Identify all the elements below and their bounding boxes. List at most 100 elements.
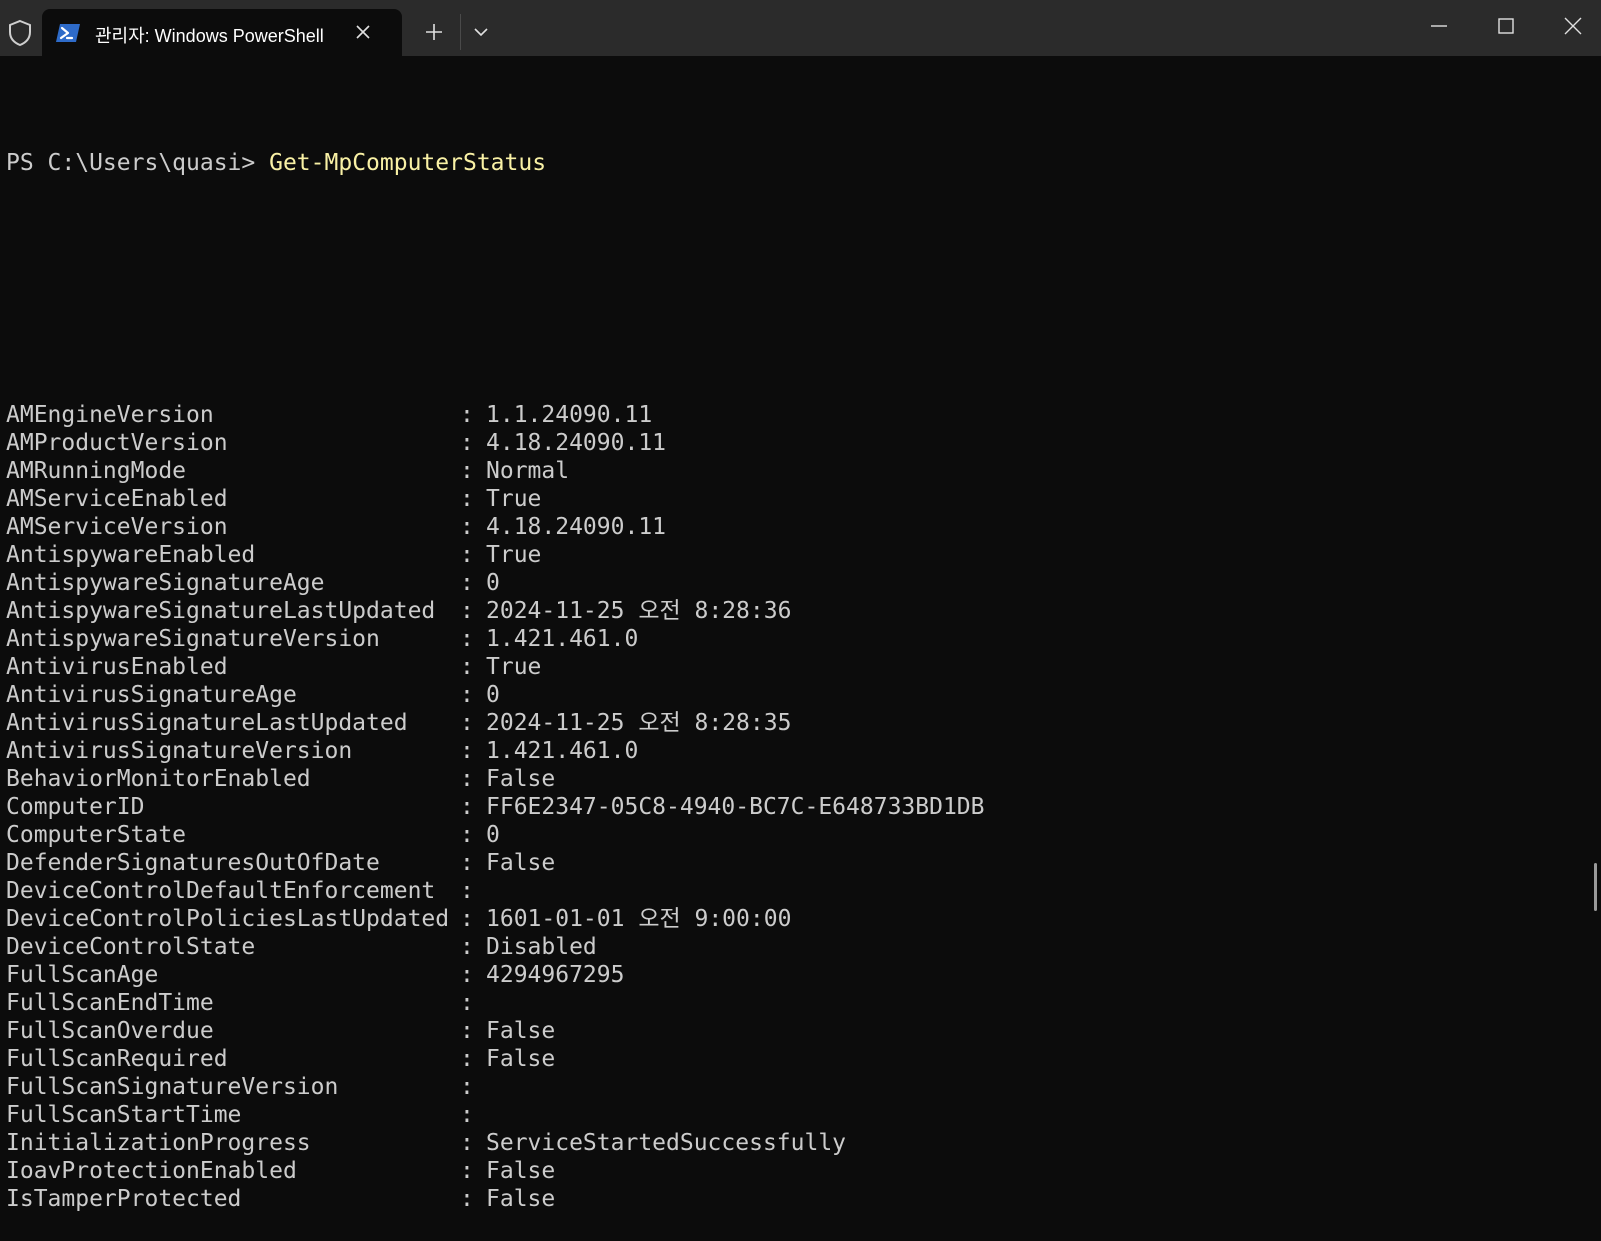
prompt-line: PS C:\Users\quasi> Get-MpComputerStatus — [6, 149, 1586, 177]
tab-separator — [460, 14, 461, 50]
property-name: FullScanStartTime — [6, 1102, 242, 1128]
property-value: 4.18.24090.11 — [486, 514, 667, 540]
separator-colon: : — [460, 514, 474, 540]
prompt-text: PS C:\Users\quasi> — [6, 150, 270, 176]
separator-colon: : — [460, 1102, 474, 1128]
separator-colon: : — [460, 738, 474, 764]
property-value: 1.421.461.0 — [486, 738, 639, 764]
property-name: AntivirusEnabled — [6, 654, 228, 680]
property-name: AntivirusSignatureVersion — [6, 738, 353, 764]
property-value: Disabled — [486, 934, 597, 960]
separator-colon: : — [460, 654, 474, 680]
separator-colon: : — [460, 822, 474, 848]
property-value: True — [486, 654, 542, 680]
output-row: AntispywareSignatureLastUpdated:2024-11-… — [6, 597, 1586, 625]
minimize-icon[interactable] — [1427, 14, 1451, 38]
separator-colon: : — [460, 402, 474, 428]
property-name: AntispywareSignatureLastUpdated — [6, 598, 436, 624]
new-tab-icon[interactable] — [424, 22, 444, 42]
output-row: FullScanSignatureVersion: — [6, 1073, 1586, 1101]
property-value: True — [486, 486, 542, 512]
property-name: AntispywareSignatureAge — [6, 570, 325, 596]
output-row: AMServiceVersion:4.18.24090.11 — [6, 513, 1586, 541]
powershell-icon — [56, 24, 80, 42]
property-value: False — [486, 1018, 556, 1044]
property-name: DefenderSignaturesOutOfDate — [6, 850, 380, 876]
property-name: AMServiceVersion — [6, 514, 228, 540]
tab-powershell[interactable]: 관리자: Windows PowerShell — [42, 9, 402, 56]
terminal-output[interactable]: PS C:\Users\quasi> Get-MpComputerStatus … — [6, 93, 1586, 1241]
status-table: AMEngineVersion:1.1.24090.11 AMProductVer… — [6, 401, 1586, 1213]
separator-colon: : — [460, 794, 474, 820]
scrollbar-thumb[interactable] — [1594, 863, 1597, 911]
separator-colon: : — [460, 990, 474, 1016]
separator-colon: : — [460, 962, 474, 988]
property-name: DeviceControlPoliciesLastUpdated — [6, 906, 450, 932]
output-row: BehaviorMonitorEnabled: False — [6, 765, 1586, 793]
property-name: FullScanOverdue — [6, 1018, 214, 1044]
property-value: False — [486, 1046, 556, 1072]
property-name: ComputerID — [6, 794, 145, 820]
separator-colon: : — [460, 710, 474, 736]
property-name: FullScanRequired — [6, 1046, 228, 1072]
separator-colon: : — [460, 850, 474, 876]
property-value: False — [486, 1186, 556, 1212]
output-row: AMServiceEnabled: True — [6, 485, 1586, 513]
property-value: 0 — [486, 570, 500, 596]
output-row: AntivirusEnabled: True — [6, 653, 1586, 681]
separator-colon: : — [460, 1186, 474, 1212]
separator-colon: : — [460, 598, 474, 624]
output-row: AMRunningMode: Normal — [6, 457, 1586, 485]
property-value: 1601-01-01 오전 9:00:00 — [486, 906, 792, 932]
property-name: ComputerState — [6, 822, 187, 848]
output-row: AntivirusSignatureVersion:1.421.461.0 — [6, 737, 1586, 765]
output-row: DeviceControlState: Disabled — [6, 933, 1586, 961]
property-value: False — [486, 766, 556, 792]
property-name: AMProductVersion — [6, 430, 228, 456]
property-value: 4294967295 — [486, 962, 625, 988]
property-value: 2024-11-25 오전 8:28:35 — [486, 710, 792, 736]
property-name: FullScanEndTime — [6, 990, 214, 1016]
separator-colon: : — [460, 1158, 474, 1184]
property-value: True — [486, 542, 542, 568]
separator-colon: : — [460, 486, 474, 512]
property-value: 0 — [486, 682, 500, 708]
property-name: AMRunningMode — [6, 458, 187, 484]
property-value: False — [486, 1158, 556, 1184]
maximize-icon[interactable] — [1494, 14, 1518, 38]
output-row: AntispywareSignatureAge:0 — [6, 569, 1586, 597]
property-name: FullScanSignatureVersion — [6, 1074, 339, 1100]
separator-colon: : — [460, 878, 474, 904]
output-row: FullScanEndTime: — [6, 989, 1586, 1017]
property-value: 0 — [486, 822, 500, 848]
property-name: InitializationProgress — [6, 1130, 311, 1156]
command-text: Get-MpComputerStatus — [269, 150, 547, 176]
property-name: DeviceControlState — [6, 934, 256, 960]
chevron-down-icon[interactable] — [472, 26, 490, 38]
output-row: DeviceControlDefaultEnforcement: — [6, 877, 1586, 905]
output-row: AMProductVersion:4.18.24090.11 — [6, 429, 1586, 457]
property-value: ServiceStartedSuccessfully — [486, 1130, 847, 1156]
property-value: 1.421.461.0 — [486, 626, 639, 652]
output-row: FullScanStartTime: — [6, 1101, 1586, 1129]
close-window-icon[interactable] — [1561, 14, 1585, 38]
separator-colon: : — [460, 906, 474, 932]
close-tab-icon[interactable] — [354, 23, 372, 41]
property-name: FullScanAge — [6, 962, 159, 988]
separator-colon: : — [460, 1046, 474, 1072]
separator-colon: : — [460, 458, 474, 484]
separator-colon: : — [460, 570, 474, 596]
separator-colon: : — [460, 626, 474, 652]
property-name: BehaviorMonitorEnabled — [6, 766, 311, 792]
property-value: 1.1.24090.11 — [486, 402, 653, 428]
property-name: IsTamperProtected — [6, 1186, 242, 1212]
property-name: AntivirusSignatureLastUpdated — [6, 710, 408, 736]
output-row: IsTamperProtected: False — [6, 1185, 1586, 1213]
property-value: 2024-11-25 오전 8:28:36 — [486, 598, 792, 624]
property-name: IoavProtectionEnabled — [6, 1158, 297, 1184]
property-name: AntivirusSignatureAge — [6, 682, 297, 708]
property-name: AntispywareEnabled — [6, 542, 256, 568]
property-name: AntispywareSignatureVersion — [6, 626, 380, 652]
